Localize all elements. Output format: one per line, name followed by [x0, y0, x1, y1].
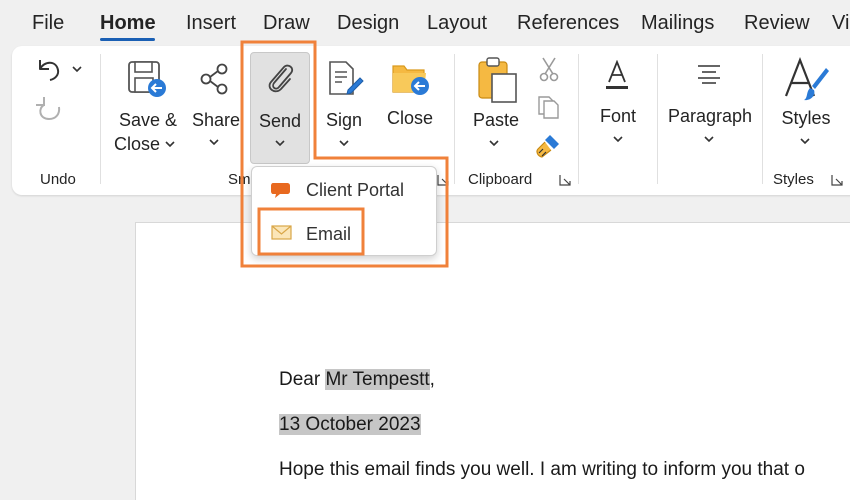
font-chevron-icon [613, 136, 623, 143]
salutation-line[interactable]: Dear Mr Tempestt, [279, 369, 435, 391]
clipboard-dialog-launcher-icon[interactable] [559, 174, 571, 186]
redo-icon[interactable] [34, 94, 64, 122]
sign-chevron-icon [339, 140, 349, 147]
tab-design[interactable]: Design [337, 12, 399, 35]
email-label: Email [306, 224, 352, 244]
date-field[interactable]: 13 October 2023 [279, 414, 421, 435]
chat-bubble-icon [271, 183, 290, 198]
undo-group-label: Undo [40, 171, 76, 188]
menu-item-client-portal[interactable]: Client Portal [252, 169, 436, 209]
send-button[interactable]: Send [250, 52, 310, 164]
format-painter-icon[interactable] [534, 132, 562, 160]
tab-home[interactable]: Home [100, 12, 156, 35]
tab-mailings[interactable]: Mailings [641, 12, 714, 35]
ribbon-tab-bar: File Home Insert Draw Design Layout Refe… [0, 0, 850, 46]
send-group-label-partial: Sm [228, 171, 251, 188]
active-tab-indicator [100, 38, 155, 41]
client-portal-label: Client Portal [306, 180, 405, 200]
share-icon [200, 63, 228, 95]
group-dialog-launcher-icon[interactable] [437, 174, 449, 186]
tab-file[interactable]: File [32, 12, 64, 35]
tab-review[interactable]: Review [744, 12, 810, 35]
menu-item-email[interactable]: Email [252, 213, 436, 253]
paragraph-label: Paragraph [667, 106, 753, 126]
copy-icon[interactable] [536, 94, 562, 120]
recipient-name-field[interactable]: Mr Tempestt [325, 369, 430, 390]
save-and-close-label-line2: Close [114, 134, 161, 154]
group-separator [100, 54, 101, 184]
send-dropdown-menu: Client Portal Email [251, 166, 437, 256]
save-close-chevron-icon [165, 141, 175, 148]
close-folder-icon [392, 65, 429, 95]
paste-label: Paste [472, 110, 520, 130]
undo-icon[interactable] [34, 56, 64, 82]
body-text-line[interactable]: Hope this email finds you well. I am wri… [279, 459, 805, 481]
salutation-prefix: Dear [279, 369, 326, 390]
tab-view[interactable]: Vi [832, 12, 849, 35]
sign-document-icon [329, 61, 364, 95]
close-label: Close [386, 108, 434, 128]
paperclip-icon [268, 64, 294, 93]
share-label: Share [191, 110, 241, 130]
paragraph-align-icon [698, 65, 720, 84]
styles-brush-icon [784, 56, 829, 101]
styles-group-label: Styles [773, 171, 814, 188]
send-label: Send [258, 111, 302, 131]
tab-references[interactable]: References [517, 12, 619, 35]
tab-draw[interactable]: Draw [263, 12, 310, 35]
group-separator [454, 54, 455, 184]
document-page[interactable]: Dear Mr Tempestt, 13 October 2023 Hope t… [135, 222, 850, 500]
undo-dropdown-chevron-icon[interactable] [72, 66, 82, 73]
group-separator [657, 54, 658, 184]
paste-clipboard-icon [478, 57, 517, 103]
save-disk-icon [128, 61, 166, 97]
styles-label: Styles [781, 108, 831, 128]
cut-scissors-icon[interactable] [538, 56, 560, 82]
group-separator [762, 54, 763, 184]
share-chevron-icon [209, 139, 219, 146]
salutation-suffix: , [429, 369, 435, 390]
group-separator [578, 54, 579, 184]
paragraph-chevron-icon [704, 136, 714, 143]
save-and-close-label-line1: Save & [118, 110, 178, 130]
paste-chevron-icon [489, 140, 499, 147]
date-line[interactable]: 13 October 2023 [279, 414, 421, 436]
send-chevron-icon [275, 140, 285, 147]
styles-dialog-launcher-icon[interactable] [831, 174, 843, 186]
font-label: Font [599, 106, 637, 126]
tab-insert[interactable]: Insert [186, 12, 236, 35]
styles-chevron-icon [800, 138, 810, 145]
tab-layout[interactable]: Layout [427, 12, 487, 35]
clipboard-group-label: Clipboard [468, 171, 533, 188]
font-letter-a-icon [606, 60, 628, 89]
envelope-icon [271, 225, 292, 240]
sign-label: Sign [325, 110, 363, 130]
